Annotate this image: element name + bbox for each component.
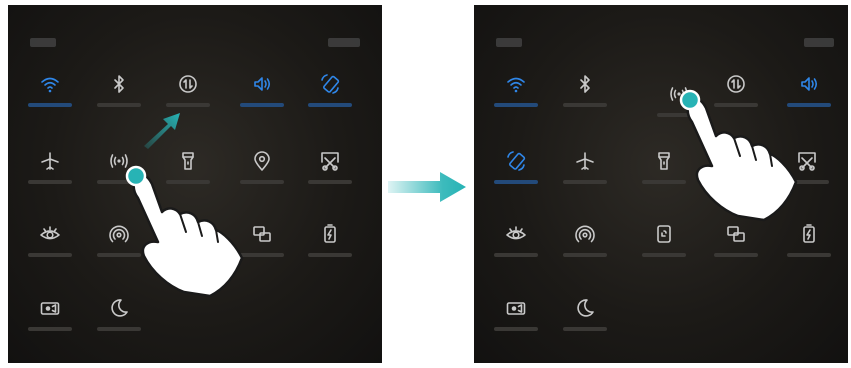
screenshot-icon [319,150,341,172]
tile-label [308,103,352,107]
tile-auto-rotate[interactable] [300,73,360,123]
tile-label [97,103,141,107]
status-bar-left-text [496,38,522,47]
multi-screen-icon [725,223,747,245]
battery-saver-icon [319,223,341,245]
moon-icon [108,297,130,319]
bluetooth-icon [574,73,596,95]
tile-multi-screen[interactable] [706,223,766,273]
airplane-icon [574,150,596,172]
tile-label [28,327,72,331]
tile-nfc[interactable] [555,223,615,273]
tile-label [714,253,758,257]
tile-label [240,253,284,257]
tile-battery-saver[interactable] [779,223,839,273]
tile-screen-recorder[interactable] [486,297,546,347]
sound-icon [798,73,820,95]
rotate-icon [505,150,527,172]
eye-icon [505,223,527,245]
eye-icon [39,223,61,245]
tile-airplane[interactable] [20,150,80,200]
tile-eye-comfort[interactable] [486,223,546,273]
status-bar-right-text [328,38,360,47]
airplane-icon [39,150,61,172]
tile-label [28,253,72,257]
tile-label [97,327,141,331]
moon-icon [574,297,596,319]
wifi-icon [39,73,61,95]
bluetooth-icon [108,73,130,95]
status-bar-left-text [30,38,56,47]
rotate-icon [319,73,341,95]
tile-screenshot[interactable] [300,150,360,200]
status-bar-right-text [804,38,834,47]
tile-label [563,327,607,331]
tile-wifi[interactable] [20,73,80,123]
sound-icon [251,73,273,95]
tile-label [563,180,607,184]
screen-recorder-icon [39,297,61,319]
tile-label [308,180,352,184]
tile-label [308,253,352,257]
tile-screen-recorder[interactable] [20,297,80,347]
tile-airplane[interactable] [555,150,615,200]
tile-label [494,253,538,257]
tile-label [642,253,686,257]
location-icon [251,150,273,172]
tile-label [494,180,538,184]
tile-battery-saver[interactable] [300,223,360,273]
drag-direction-arrow-icon [144,113,180,149]
pointing-hand-icon [125,165,244,298]
wifi-icon [505,73,527,95]
battery-saver-icon [798,223,820,245]
tile-label [494,327,538,331]
transition-arrow-icon [388,172,466,202]
tile-bluetooth[interactable] [555,73,615,123]
tile-label [166,103,210,107]
tile-auto-rotate[interactable] [486,150,546,200]
tile-label [240,103,284,107]
tile-do-not-disturb[interactable] [555,297,615,347]
tile-label [563,253,607,257]
tile-wifi[interactable] [486,73,546,123]
nfc-icon [574,223,596,245]
tile-label [240,180,284,184]
mobile-data-icon [177,73,199,95]
tile-label [28,103,72,107]
tile-label [563,103,607,107]
phone-icon [653,223,675,245]
screen-recorder-icon [505,297,527,319]
tile-label [494,103,538,107]
tile-sound[interactable] [232,73,292,123]
multi-screen-icon [251,223,273,245]
tile-eye-comfort[interactable] [20,223,80,273]
pointing-hand-icon [679,89,798,222]
tile-label [787,253,831,257]
tile-phone-clone[interactable] [634,223,694,273]
tile-do-not-disturb[interactable] [89,297,149,347]
tile-label [28,180,72,184]
